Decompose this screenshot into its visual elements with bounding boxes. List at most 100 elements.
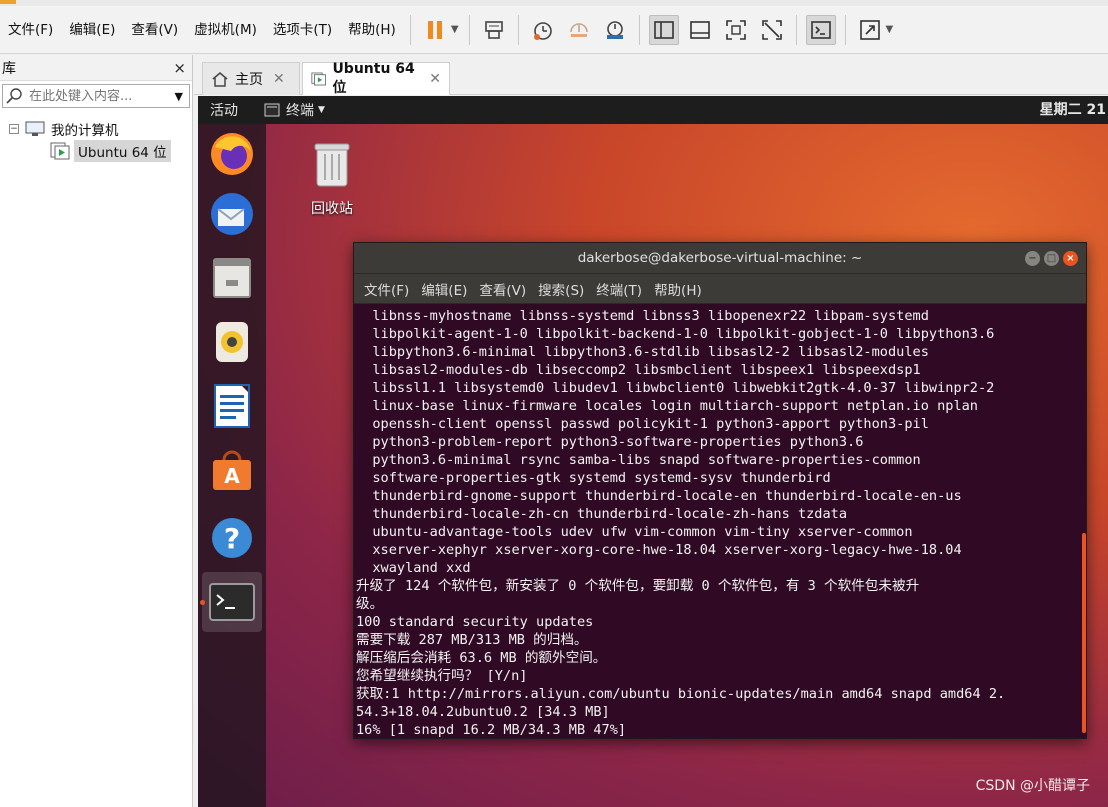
terminal-menu-edit[interactable]: 编辑(E) <box>415 279 473 299</box>
terminal-line: libsasl2-modules-db libseccomp2 libsmbcl… <box>356 362 921 378</box>
terminal-line: xwayland xxd <box>356 560 471 576</box>
unity-button[interactable] <box>757 15 787 45</box>
library-view-icon <box>653 20 674 39</box>
terminal-line: python3-problem-report python3-software-… <box>356 434 864 450</box>
computer-icon <box>25 121 45 136</box>
dock-rhythmbox[interactable] <box>208 318 256 366</box>
gnome-top-bar: 活动 终端 ▼ 星期二 21 <box>198 96 1108 124</box>
guest-desktop[interactable]: 活动 终端 ▼ 星期二 21 A ? 回收站 dakerbose@dakerbo… <box>198 96 1108 807</box>
tab-label: 主页 <box>235 72 263 88</box>
terminal-line: 您希望继续执行吗？ [Y/n] <box>356 668 528 684</box>
toolbar-separator <box>409 14 411 45</box>
menu-help[interactable]: 帮助(H) <box>340 15 404 45</box>
dock-help[interactable]: ? <box>208 514 256 562</box>
stretch-icon <box>859 19 880 40</box>
console-view-icon <box>810 20 831 39</box>
library-search[interactable]: ▼ <box>2 84 190 108</box>
trash-label: 回收站 <box>311 201 353 217</box>
close-icon[interactable]: × <box>1063 251 1078 266</box>
snapshot-manager-icon <box>606 20 623 39</box>
tab-home[interactable]: 主页 ✕ <box>202 62 300 95</box>
close-icon[interactable]: ✕ <box>429 71 441 87</box>
terminal-line: thunderbird-gnome-support thunderbird-lo… <box>356 488 962 504</box>
revert-snapshot-button[interactable] <box>564 15 594 45</box>
terminal-line: 需要下载 287 MB/313 MB 的归档。 <box>356 632 588 648</box>
window-controls: − □ × <box>1025 251 1078 266</box>
dock-writer[interactable] <box>208 382 256 430</box>
library-title: 库 <box>2 60 16 77</box>
terminal-line: software-properties-gtk systemd systemd-… <box>356 470 831 486</box>
library-tree: − 我的计算机 Ubuntu 64 位 <box>0 118 192 162</box>
stretch-button[interactable] <box>855 15 885 45</box>
unity-icon <box>761 19 782 40</box>
menu-edit[interactable]: 编辑(E) <box>61 15 123 45</box>
snapshot-icon <box>533 21 552 40</box>
help-icon: ? <box>212 518 252 558</box>
app-menu[interactable]: 终端 ▼ <box>250 100 325 120</box>
menu-tabs[interactable]: 选项卡(T) <box>265 15 340 45</box>
terminal-menu-search[interactable]: 搜索(S) <box>532 279 590 299</box>
menu-file[interactable]: 文件(F) <box>0 15 61 45</box>
clock[interactable]: 星期二 21 <box>1040 96 1108 124</box>
maximize-icon[interactable]: □ <box>1044 251 1059 266</box>
close-icon[interactable]: ✕ <box>273 71 285 87</box>
toolbar-separator <box>468 14 470 45</box>
fullscreen-button[interactable] <box>721 15 751 45</box>
terminal-output[interactable]: libnss-myhostname libnss-systemd libnss3… <box>354 305 1080 738</box>
tree-item-label: 我的计算机 <box>51 123 119 139</box>
search-input[interactable] <box>25 88 169 104</box>
snapshot-button[interactable] <box>528 15 558 45</box>
desktop-trash[interactable]: 回收站 <box>302 140 362 218</box>
terminal-line: xserver-xephyr xserver-xorg-core-hwe-18.… <box>356 542 962 558</box>
terminal-menu-view[interactable]: 查看(V) <box>473 279 532 299</box>
terminal-menu-help[interactable]: 帮助(H) <box>648 279 708 299</box>
terminal-line: 16% [1 snapd 16.2 MB/34.3 MB 47%] <box>356 722 627 738</box>
terminal-line: 54.3+18.04.2ubuntu0.2 [34.3 MB] <box>356 704 610 720</box>
chevron-down-icon[interactable]: ▼ <box>886 24 894 35</box>
tree-item-ubuntu-vm[interactable]: Ubuntu 64 位 <box>0 140 192 162</box>
chevron-down-icon[interactable]: ▼ <box>451 24 459 35</box>
terminal-line: libssl1.1 libsystemd0 libudev1 libwbclie… <box>356 380 995 396</box>
dock-software[interactable]: A <box>208 446 256 494</box>
chevron-down-icon[interactable]: ▼ <box>169 90 189 103</box>
dock-thunderbird[interactable] <box>208 190 256 238</box>
tree-item-label: Ubuntu 64 位 <box>74 140 171 162</box>
dock-firefox[interactable] <box>208 130 256 178</box>
libreoffice-writer-icon <box>214 384 250 428</box>
terminal-menu-terminal[interactable]: 终端(T) <box>590 279 648 299</box>
library-view-button[interactable] <box>648 14 679 45</box>
terminal-title: dakerbose@dakerbose-virtual-machine: ~ <box>577 250 863 266</box>
send-ctrl-alt-del-button[interactable] <box>479 15 509 45</box>
terminal-menu-file[interactable]: 文件(F) <box>358 279 415 299</box>
pause-icon <box>427 20 442 39</box>
terminal-line: libpython3.6-minimal libpython3.6-stdlib… <box>356 344 929 360</box>
terminal-scrollbar[interactable] <box>1082 533 1086 733</box>
activities-button[interactable]: 活动 <box>198 100 250 120</box>
vmware-menubar: 文件(F) 编辑(E) 查看(V) 虚拟机(M) 选项卡(T) 帮助(H) ▼ … <box>0 6 1108 54</box>
dock-files[interactable] <box>208 254 256 302</box>
vm-running-icon <box>50 142 70 160</box>
snapshot-manager-button[interactable] <box>600 15 630 45</box>
fullscreen-icon <box>725 19 746 40</box>
vm-running-icon <box>311 72 327 86</box>
library-header: 库 × <box>0 55 192 81</box>
tab-ubuntu[interactable]: Ubuntu 64 位 ✕ <box>302 61 450 96</box>
menu-view[interactable]: 查看(V) <box>123 15 186 45</box>
tree-item-my-computer[interactable]: − 我的计算机 <box>0 118 192 140</box>
ubuntu-software-icon: A <box>213 450 251 490</box>
pause-button[interactable] <box>420 15 450 45</box>
thumbnail-view-button[interactable] <box>685 15 715 45</box>
terminal-line: 级。 <box>356 596 384 612</box>
terminal-titlebar[interactable]: dakerbose@dakerbose-virtual-machine: ~ −… <box>354 243 1086 274</box>
close-icon[interactable]: × <box>173 59 186 77</box>
terminal-window[interactable]: dakerbose@dakerbose-virtual-machine: ~ −… <box>353 242 1087 739</box>
terminal-line: 升级了 124 个软件包，新安装了 0 个软件包，要卸载 0 个软件包，有 3 … <box>356 578 920 594</box>
trash-icon <box>314 143 350 187</box>
console-view-button[interactable] <box>805 14 836 45</box>
collapse-toggle[interactable]: − <box>9 124 19 134</box>
terminal-line: 解压缩后会消耗 63.6 MB 的额外空间。 <box>356 650 607 666</box>
menu-vm[interactable]: 虚拟机(M) <box>186 15 265 45</box>
dock-terminal[interactable] <box>200 572 262 632</box>
terminal-small-icon <box>264 103 280 117</box>
minimize-icon[interactable]: − <box>1025 251 1040 266</box>
